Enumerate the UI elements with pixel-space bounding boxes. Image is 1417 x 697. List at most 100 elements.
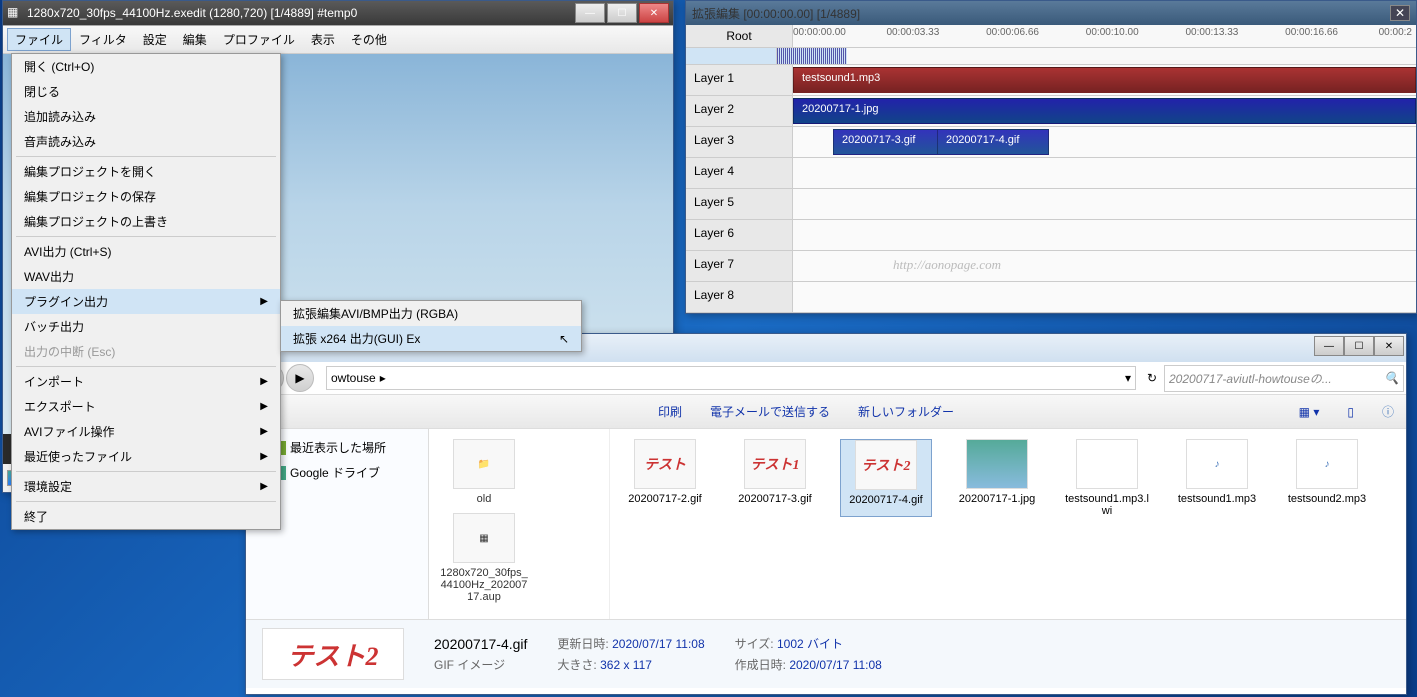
timeline-window: 拡張編集 [00:00:00.00] [1/4889] ✕ Root 00:00… xyxy=(685,0,1417,314)
details-filename: 20200717-4.gif xyxy=(434,636,527,652)
menu-overwrite-proj[interactable]: 編集プロジェクトの上書き xyxy=(12,209,280,234)
file-item[interactable]: testsound1.mp3.lwi xyxy=(1062,439,1152,517)
chevron-right-icon: ▸ xyxy=(380,371,386,385)
timeline-wave-label xyxy=(686,48,777,64)
chevron-right-icon: ▶ xyxy=(260,401,268,412)
refresh-button[interactable]: ↻ xyxy=(1140,371,1164,385)
watermark-text: http://aonopage.com xyxy=(893,257,1001,273)
menu-close-file[interactable]: 閉じる xyxy=(12,79,280,104)
menu-file[interactable]: ファイル xyxy=(7,28,71,51)
aup-icon: ▦ xyxy=(453,513,515,563)
preview-pane-button[interactable]: ▯ xyxy=(1343,401,1358,423)
menubar: ファイル フィルタ 設定 編集 プロファイル 表示 その他 xyxy=(3,26,673,54)
layer-2-label[interactable]: Layer 2 xyxy=(686,96,793,126)
menu-batch-out[interactable]: バッチ出力 xyxy=(12,314,280,339)
clip-image[interactable]: 20200717-1.jpg xyxy=(793,98,1416,124)
view-options-button[interactable]: ▦ ▾ xyxy=(1295,401,1324,423)
timeline-ruler[interactable]: 00:00:00.00 00:00:03.33 00:00:06.66 00:0… xyxy=(793,25,1416,47)
app-icon: ▦ xyxy=(7,5,23,21)
tool-email[interactable]: 電子メールで送信する xyxy=(706,399,834,424)
file-item[interactable]: ♪testsound2.mp3 xyxy=(1282,439,1372,517)
layer-7-track[interactable]: http://aonopage.com xyxy=(793,251,1416,281)
file-item[interactable]: 📁old xyxy=(439,439,529,505)
menu-env[interactable]: 環境設定▶ xyxy=(12,474,280,499)
menu-recent[interactable]: 最近使ったファイル▶ xyxy=(12,444,280,469)
menu-export[interactable]: エクスポート▶ xyxy=(12,394,280,419)
clip-gif2[interactable]: 20200717-4.gif xyxy=(937,129,1049,155)
breadcrumb[interactable]: owtouse▸ ▾ xyxy=(326,366,1136,390)
menu-add-read[interactable]: 追加読み込み xyxy=(12,104,280,129)
menu-avi-out[interactable]: AVI出力 (Ctrl+S) xyxy=(12,239,280,264)
menu-filter[interactable]: フィルタ xyxy=(71,28,135,51)
clip-audio[interactable]: testsound1.mp3 xyxy=(793,67,1416,93)
timeline-titlebar[interactable]: 拡張編集 [00:00:00.00] [1/4889] ✕ xyxy=(686,1,1416,25)
minimize-button[interactable]: — xyxy=(575,3,605,23)
chevron-right-icon: ▶ xyxy=(260,376,268,387)
timeline-close-button[interactable]: ✕ xyxy=(1390,5,1410,21)
file-item[interactable]: ♪testsound1.mp3 xyxy=(1172,439,1262,517)
chevron-right-icon: ▶ xyxy=(260,481,268,492)
layer-5-track[interactable] xyxy=(793,189,1416,219)
nav-forward-button[interactable]: ▶ xyxy=(286,364,314,392)
details-thumb: テスト2 xyxy=(262,628,404,680)
menu-open[interactable]: 開く (Ctrl+O) xyxy=(12,54,280,79)
layer-6-track[interactable] xyxy=(793,220,1416,250)
layer-1-track[interactable]: testsound1.mp3 xyxy=(793,65,1416,95)
menu-abort: 出力の中断 (Esc) xyxy=(12,339,280,364)
menu-view[interactable]: 表示 xyxy=(303,28,343,51)
search-input[interactable]: 20200717-aviutl-howtouseの... 🔍 xyxy=(1164,365,1404,392)
layer-7-label[interactable]: Layer 7 xyxy=(686,251,793,281)
dropdown-arrow-icon[interactable]: ▾ xyxy=(1125,371,1131,385)
layer-3-track[interactable]: 20200717-3.gif20200717-4.gif xyxy=(793,127,1416,157)
tool-newfolder[interactable]: 新しいフォルダー xyxy=(854,399,958,424)
main-title: 1280x720_30fps_44100Hz.exedit (1280,720)… xyxy=(27,6,575,20)
layer-6-label[interactable]: Layer 6 xyxy=(686,220,793,250)
menu-edit[interactable]: 編集 xyxy=(175,28,215,51)
timeline-root[interactable]: Root xyxy=(686,25,793,47)
layer-8-label[interactable]: Layer 8 xyxy=(686,282,793,312)
file-item-selected[interactable]: テスト220200717-4.gif xyxy=(840,439,932,517)
layer-8-track[interactable] xyxy=(793,282,1416,312)
folder-icon: 📁 xyxy=(453,439,515,489)
file-item[interactable]: ▦1280x720_30fps_44100Hz_20200717.aup xyxy=(439,513,529,603)
layer-4-label[interactable]: Layer 4 xyxy=(686,158,793,188)
submenu-avi-bmp[interactable]: 拡張編集AVI/BMP出力 (RGBA) xyxy=(281,301,581,326)
exp-close-button[interactable]: ✕ xyxy=(1374,336,1404,356)
layer-5-label[interactable]: Layer 5 xyxy=(686,189,793,219)
clip-gif1[interactable]: 20200717-3.gif xyxy=(833,129,945,155)
explorer-toolbar: 印刷 電子メールで送信する 新しいフォルダー ▦ ▾ ▯ ⓘ xyxy=(246,395,1406,429)
submenu-x264[interactable]: 拡張 x264 出力(GUI) Ex↖ xyxy=(281,326,581,351)
layer-4-track[interactable] xyxy=(793,158,1416,188)
help-button[interactable]: ⓘ xyxy=(1378,399,1398,424)
explorer-window: — ☐ ✕ ◀ ▶ owtouse▸ ▾ ↻ 20200717-aviutl-h… xyxy=(245,333,1407,695)
file-item[interactable]: テスト20200717-2.gif xyxy=(620,439,710,517)
menu-open-proj[interactable]: 編集プロジェクトを開く xyxy=(12,159,280,184)
menu-profile[interactable]: プロファイル xyxy=(215,28,303,51)
menu-other[interactable]: その他 xyxy=(343,28,395,51)
close-button[interactable]: ✕ xyxy=(639,3,669,23)
menu-wav-out[interactable]: WAV出力 xyxy=(12,264,280,289)
search-icon: 🔍 xyxy=(1384,371,1399,385)
menu-avi-ops[interactable]: AVIファイル操作▶ xyxy=(12,419,280,444)
menu-save-proj[interactable]: 編集プロジェクトの保存 xyxy=(12,184,280,209)
cursor-icon: ↖ xyxy=(559,332,569,346)
menu-exit[interactable]: 終了 xyxy=(12,504,280,529)
menu-settings[interactable]: 設定 xyxy=(135,28,175,51)
layer-2-track[interactable]: 20200717-1.jpg xyxy=(793,96,1416,126)
file-item[interactable]: 20200717-1.jpg xyxy=(952,439,1042,517)
file-item[interactable]: テスト120200717-3.gif xyxy=(730,439,820,517)
exp-maximize-button[interactable]: ☐ xyxy=(1344,336,1374,356)
menu-audio-read[interactable]: 音声読み込み xyxy=(12,129,280,154)
tool-print[interactable]: 印刷 xyxy=(654,399,686,424)
details-pane: テスト2 20200717-4.gif GIF イメージ 更新日時: 2020/… xyxy=(246,619,1406,688)
maximize-button[interactable]: ☐ xyxy=(607,3,637,23)
file-list: テスト20200717-2.gif テスト120200717-3.gif テスト… xyxy=(610,429,1406,619)
chevron-right-icon: ▶ xyxy=(260,426,268,437)
chevron-right-icon: ▶ xyxy=(260,451,268,462)
menu-import[interactable]: インポート▶ xyxy=(12,369,280,394)
main-titlebar[interactable]: ▦ 1280x720_30fps_44100Hz.exedit (1280,72… xyxy=(3,1,673,26)
layer-3-label[interactable]: Layer 3 xyxy=(686,127,793,157)
menu-plugin-out[interactable]: プラグイン出力▶ xyxy=(12,289,280,314)
layer-1-label[interactable]: Layer 1 xyxy=(686,65,793,95)
exp-minimize-button[interactable]: — xyxy=(1314,336,1344,356)
